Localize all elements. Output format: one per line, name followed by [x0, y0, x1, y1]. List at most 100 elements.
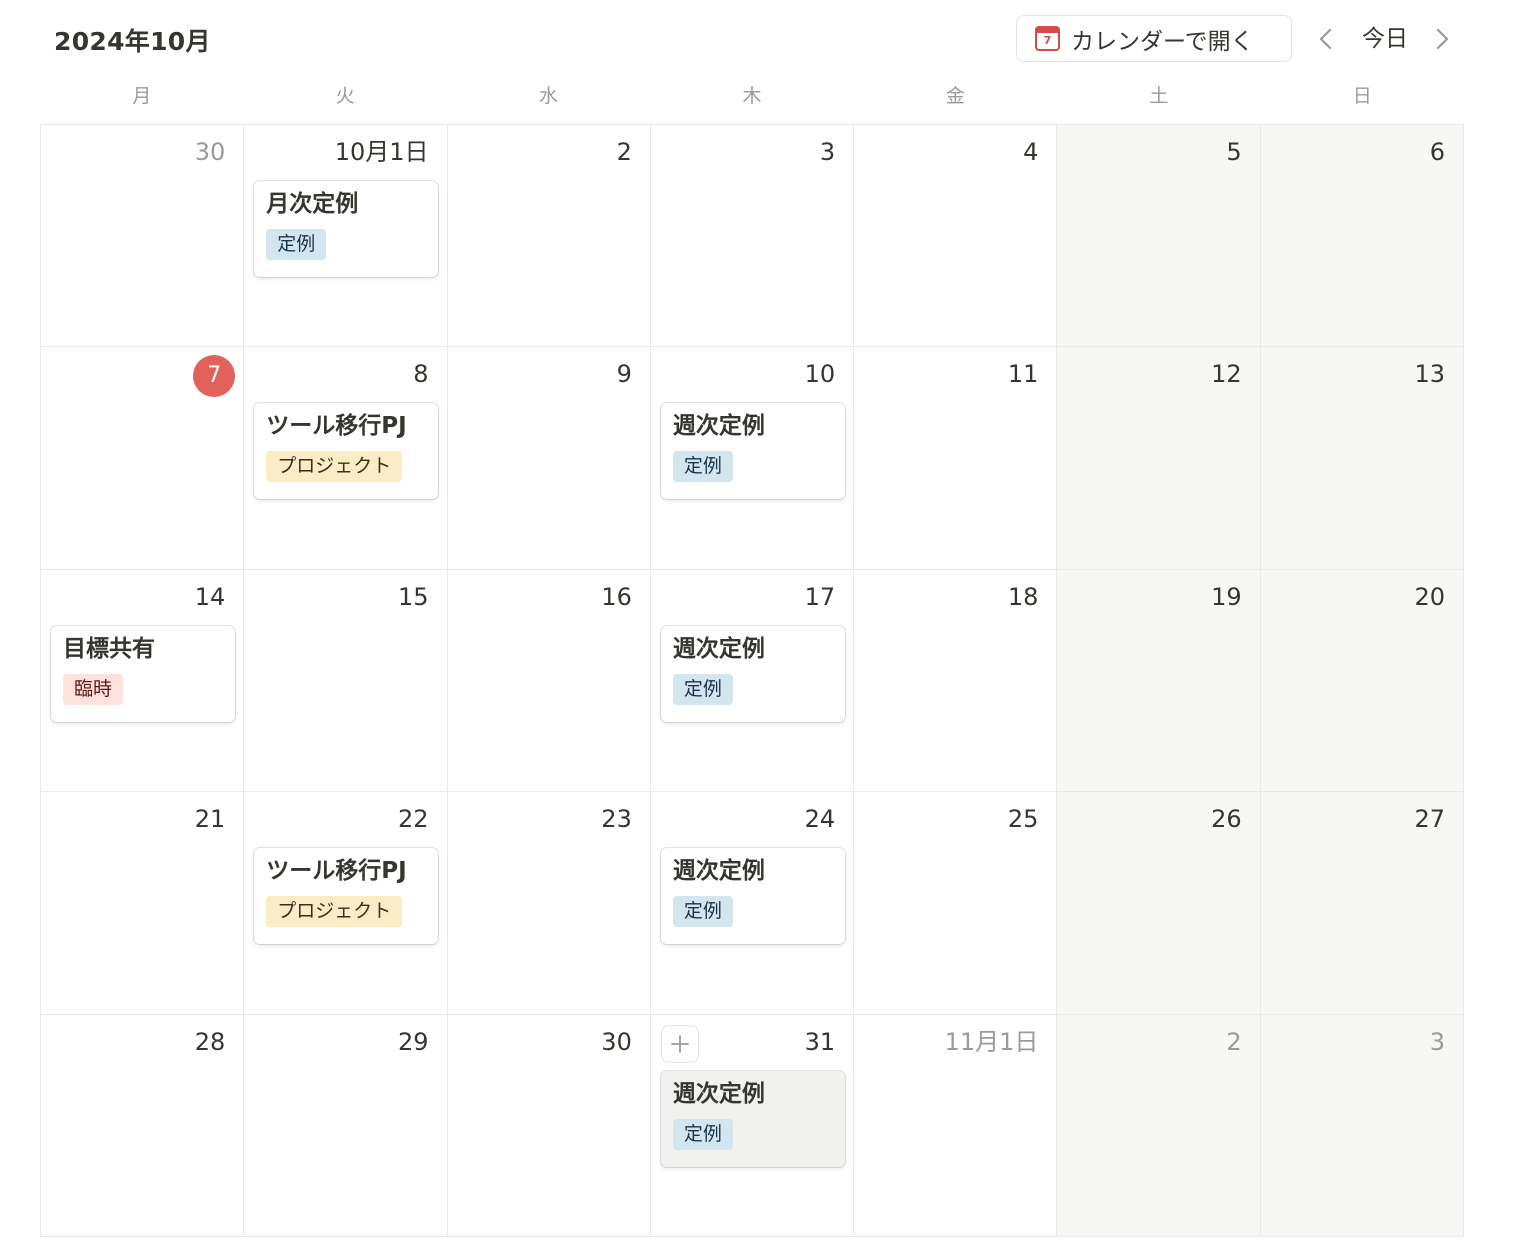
- event-tag: 定例: [266, 229, 327, 260]
- day-cell[interactable]: 24 週次定例定例: [650, 792, 855, 1015]
- event-tag: プロジェクト: [266, 896, 403, 928]
- day-cell[interactable]: 2: [447, 125, 651, 348]
- event-card[interactable]: 目標共有 臨時: [51, 625, 235, 722]
- chevron-left-icon[interactable]: [1316, 26, 1336, 52]
- event-card[interactable]: ツール移行PJ プロジェクト: [254, 848, 439, 945]
- month-title: 2024年10月: [54, 27, 211, 56]
- day-cell[interactable]: 18: [854, 569, 1058, 793]
- chevron-right-icon[interactable]: [1432, 26, 1452, 52]
- open-in-calendar-label: カレンダーで開く: [1071, 28, 1254, 55]
- day-cell[interactable]: 11: [854, 347, 1058, 570]
- event-title: 週次定例: [672, 858, 765, 885]
- day-number: 23: [601, 805, 632, 834]
- day-cell[interactable]: 6: [1260, 125, 1464, 348]
- day-cell[interactable]: 28: [41, 1014, 245, 1237]
- day-number: 11月1日: [944, 1027, 1039, 1056]
- event-tag: プロジェクト: [266, 451, 403, 483]
- day-number: 27: [1414, 805, 1445, 834]
- day-number: 2: [1226, 1027, 1242, 1056]
- event-title: 目標共有: [63, 635, 155, 662]
- event-tag: 臨時: [63, 673, 124, 705]
- day-cell[interactable]: 11月1日: [854, 1014, 1058, 1237]
- day-cell[interactable]: 9: [447, 347, 651, 570]
- today-button[interactable]: 今日: [1350, 22, 1420, 56]
- add-event-button[interactable]: [660, 1024, 699, 1063]
- day-number: 9: [616, 360, 632, 389]
- day-number: 20: [1414, 582, 1445, 611]
- plus-icon: [670, 1034, 689, 1053]
- event-title: ツール移行PJ: [266, 858, 407, 885]
- day-cell[interactable]: 22 ツール移行PJ プロジェクト: [244, 792, 448, 1015]
- day-number: 6: [1429, 138, 1445, 166]
- day-cell[interactable]: 10月1日月次定例 定例: [244, 125, 448, 348]
- day-number: 12: [1211, 360, 1242, 389]
- day-cell[interactable]: 5: [1057, 125, 1261, 348]
- calendar-icon-day: 7: [1043, 34, 1052, 47]
- day-cell[interactable]: 29: [244, 1014, 448, 1237]
- day-cell[interactable]: 31 週次定例 定例: [650, 1014, 855, 1237]
- day-cell[interactable]: 15: [244, 569, 448, 793]
- day-cell[interactable]: 21: [41, 792, 245, 1015]
- day-cell[interactable]: 13: [1260, 347, 1464, 570]
- weekday-label: 木: [742, 85, 762, 107]
- day-number: 29: [398, 1027, 429, 1056]
- event-card[interactable]: 週次定例 定例: [660, 625, 845, 722]
- event-tag: 定例: [672, 451, 733, 483]
- day-cell[interactable]: 3: [1260, 1014, 1464, 1237]
- day-cell[interactable]: 30: [447, 1014, 651, 1237]
- day-cell[interactable]: 16: [447, 569, 651, 793]
- day-cell[interactable]: 2: [1057, 1014, 1261, 1237]
- day-cell[interactable]: 25: [854, 792, 1058, 1015]
- event-card[interactable]: ツール移行PJ プロジェクト: [254, 403, 439, 500]
- day-number: 17: [804, 582, 836, 611]
- day-cell[interactable]: 8 ツール移行PJ プロジェクト: [244, 347, 448, 570]
- calendar-icon: 7: [1035, 26, 1060, 51]
- day-cell[interactable]: 4: [854, 125, 1058, 348]
- event-tag: 定例: [672, 1118, 733, 1150]
- day-number: 28: [194, 1027, 226, 1056]
- event-card[interactable]: 週次定例 定例: [660, 848, 845, 945]
- day-cell[interactable]: 27: [1260, 792, 1464, 1015]
- weekday-label: 水: [539, 85, 559, 107]
- day-number: 13: [1414, 360, 1445, 389]
- day-number: 22: [398, 805, 429, 834]
- day-number: 25: [1007, 805, 1039, 834]
- day-cell[interactable]: 19: [1057, 569, 1261, 793]
- day-number: 8: [413, 360, 429, 389]
- month-grid: 30 10月1日 月次定例 定例 2 3 4 5 6 7 8 ツール移行PJ プロジェクト 9 10 週次定例…: [40, 124, 1464, 1237]
- day-cell[interactable]: 7: [41, 347, 245, 570]
- day-cell[interactable]: 30: [41, 125, 245, 348]
- day-cell[interactable]: 3: [650, 125, 855, 348]
- day-number: 30: [194, 138, 226, 166]
- calendar-header: 2024年10月 7 カレンダーで開く 今日: [0, 0, 1538, 80]
- event-title: 週次定例: [672, 413, 765, 440]
- day-cell[interactable]: 23: [447, 792, 651, 1015]
- event-title: ツール移行PJ: [266, 413, 407, 440]
- weekday-label: 火: [335, 85, 355, 107]
- day-number: 30: [601, 1027, 632, 1056]
- weekday-label: 月: [132, 85, 152, 107]
- event-tag: 定例: [672, 896, 733, 928]
- day-cell[interactable]: 12: [1057, 347, 1261, 570]
- day-cell[interactable]: 14 目標共有 臨時: [41, 569, 245, 793]
- event-card[interactable]: 月次定例 定例: [254, 181, 439, 277]
- day-number: 21: [194, 805, 226, 834]
- day-number: 10月1日: [334, 138, 429, 166]
- day-number: 24: [804, 805, 836, 834]
- day-number: 3: [819, 138, 836, 166]
- day-number: 31: [804, 1027, 836, 1056]
- day-cell[interactable]: 17 週次定例 定例: [650, 569, 855, 793]
- day-number: 2: [616, 138, 632, 166]
- day-number: 16: [601, 582, 632, 611]
- event-card[interactable]: 週次定例 定例: [660, 403, 845, 500]
- day-number: 3: [1429, 1027, 1445, 1056]
- open-in-calendar-button[interactable]: 7 カレンダーで開く: [1016, 15, 1292, 62]
- day-number: 26: [1211, 805, 1242, 834]
- day-number: 11: [1007, 360, 1039, 389]
- event-title: 週次定例: [672, 635, 765, 662]
- event-card[interactable]: 週次定例 定例: [660, 1070, 845, 1167]
- day-cell[interactable]: 10 週次定例 定例: [650, 347, 855, 570]
- day-cell[interactable]: 26: [1057, 792, 1261, 1015]
- day-number: 19: [1211, 582, 1242, 611]
- day-cell[interactable]: 20: [1260, 569, 1464, 793]
